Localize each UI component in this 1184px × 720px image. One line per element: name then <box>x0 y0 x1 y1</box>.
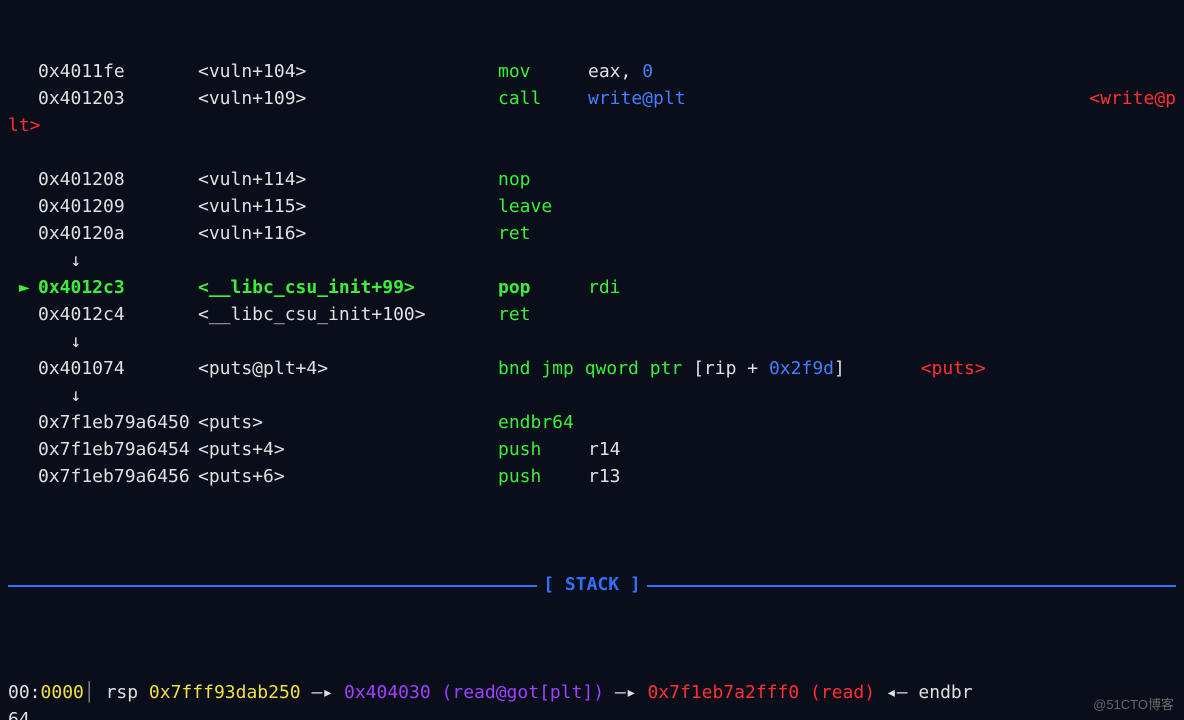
instruction-symbol: <puts+6> <box>198 463 498 490</box>
instruction-mnemonic: push <box>498 436 588 463</box>
instruction-mnemonic: call <box>498 85 588 112</box>
control-flow-arrow: ↓ <box>8 328 1176 355</box>
terminal-screen: 0x4011fe<vuln+104>moveax, 0 0x401203<vul… <box>0 0 1184 720</box>
stack-address: 0x7fff93dab250 <box>149 679 301 706</box>
instruction-operands: eax, 0 <box>588 58 653 85</box>
stack-row-wrap: 64 <box>8 706 1176 720</box>
instruction-address: 0x401203 <box>38 85 198 112</box>
instruction-operands: bnd jmp qword ptr [rip + 0x2f9d] <box>498 355 845 382</box>
disasm-line: 0x401074<puts@plt+4>bnd jmp qword ptr [r… <box>8 355 1176 382</box>
disasm-line: 0x4011fe<vuln+104>moveax, 0 <box>8 58 1176 85</box>
instruction-operands: rdi <box>588 274 621 301</box>
line-lead <box>8 166 38 193</box>
stack-register: rsp <box>106 679 149 706</box>
instruction-address: 0x40120a <box>38 220 198 247</box>
divider-line-left <box>8 585 537 587</box>
line-lead <box>8 301 38 328</box>
disasm-line: 0x4012c4<__libc_csu_init+100>ret <box>8 301 1176 328</box>
instruction-address: 0x401208 <box>38 166 198 193</box>
disassembly-pane: 0x4011fe<vuln+104>moveax, 0 0x401203<vul… <box>8 58 1176 490</box>
stack-row: 00:0000│ rsp 0x7fff93dab250 —▸ 0x404030 … <box>8 679 1176 706</box>
line-lead <box>8 355 38 382</box>
disasm-line: 0x40120a<vuln+116>ret <box>8 220 1176 247</box>
divider-line-right <box>647 585 1176 587</box>
instruction-address: 0x401209 <box>38 193 198 220</box>
instruction-mnemonic: nop <box>498 166 588 193</box>
instruction-mnemonic: pop <box>498 274 588 301</box>
instruction-mnemonic: mov <box>498 58 588 85</box>
instruction-address: 0x401074 <box>38 355 198 382</box>
line-lead <box>8 58 38 85</box>
instruction-mnemonic: leave <box>498 193 588 220</box>
line-lead <box>8 436 38 463</box>
instruction-symbol: <__libc_csu_init+100> <box>198 301 498 328</box>
instruction-symbol: <vuln+114> <box>198 166 498 193</box>
instruction-mnemonic: push <box>498 463 588 490</box>
instruction-symbol: <vuln+115> <box>198 193 498 220</box>
instruction-symbol: <puts@plt+4> <box>198 355 498 382</box>
disasm-line-current: ► 0x4012c3<__libc_csu_init+99>poprdi <box>8 274 1176 301</box>
disasm-line: 0x7f1eb79a6456<puts+6>pushr13 <box>8 463 1176 490</box>
instruction-symbol: <__libc_csu_init+99> <box>198 274 498 301</box>
instruction-address: 0x7f1eb79a6450 <box>38 409 198 436</box>
instruction-address: 0x7f1eb79a6456 <box>38 463 198 490</box>
instruction-address: 0x4011fe <box>38 58 198 85</box>
disasm-line: 0x7f1eb79a6450<puts>endbr64 <box>8 409 1176 436</box>
stack-header-label: [ STACK ] <box>537 571 647 598</box>
instruction-operands: r13 <box>588 463 621 490</box>
instruction-operands: r14 <box>588 436 621 463</box>
instruction-mnemonic: endbr64 <box>498 409 588 436</box>
wrapped-line: lt> <box>8 112 1176 139</box>
instruction-symbol: <vuln+104> <box>198 58 498 85</box>
line-lead <box>8 463 38 490</box>
instruction-mnemonic: ret <box>498 220 588 247</box>
line-lead <box>8 85 38 112</box>
disasm-line: 0x401203<vuln+109>callwrite@plt <write@p <box>8 85 1176 112</box>
control-flow-arrow: ↓ <box>8 247 1176 274</box>
line-lead <box>8 409 38 436</box>
stack-pane: 00:0000│ rsp 0x7fff93dab250 —▸ 0x404030 … <box>8 679 1176 720</box>
instruction-symbol: <vuln+116> <box>198 220 498 247</box>
instruction-operands: write@plt <box>588 85 686 112</box>
disasm-blank-line <box>8 139 1176 166</box>
instruction-symbol: <vuln+109> <box>198 85 498 112</box>
instruction-address: 0x4012c4 <box>38 301 198 328</box>
line-lead <box>8 193 38 220</box>
current-instruction-marker: ► <box>8 274 38 301</box>
instruction-address: 0x4012c3 <box>38 274 198 301</box>
disasm-line: 0x401208<vuln+114>nop <box>8 166 1176 193</box>
branch-target: <write@p <box>1089 85 1176 112</box>
instruction-address: 0x7f1eb79a6454 <box>38 436 198 463</box>
instruction-symbol: <puts> <box>198 409 498 436</box>
disasm-line: 0x401209<vuln+115>leave <box>8 193 1176 220</box>
line-lead <box>8 220 38 247</box>
instruction-mnemonic: ret <box>498 301 588 328</box>
disasm-line: 0x7f1eb79a6454<puts+4>pushr14 <box>8 436 1176 463</box>
branch-target: <puts> <box>845 355 986 382</box>
instruction-symbol: <puts+4> <box>198 436 498 463</box>
stack-header-divider: [ STACK ] <box>8 571 1176 598</box>
control-flow-arrow: ↓ <box>8 382 1176 409</box>
watermark: @51CTO博客 <box>1093 691 1174 718</box>
